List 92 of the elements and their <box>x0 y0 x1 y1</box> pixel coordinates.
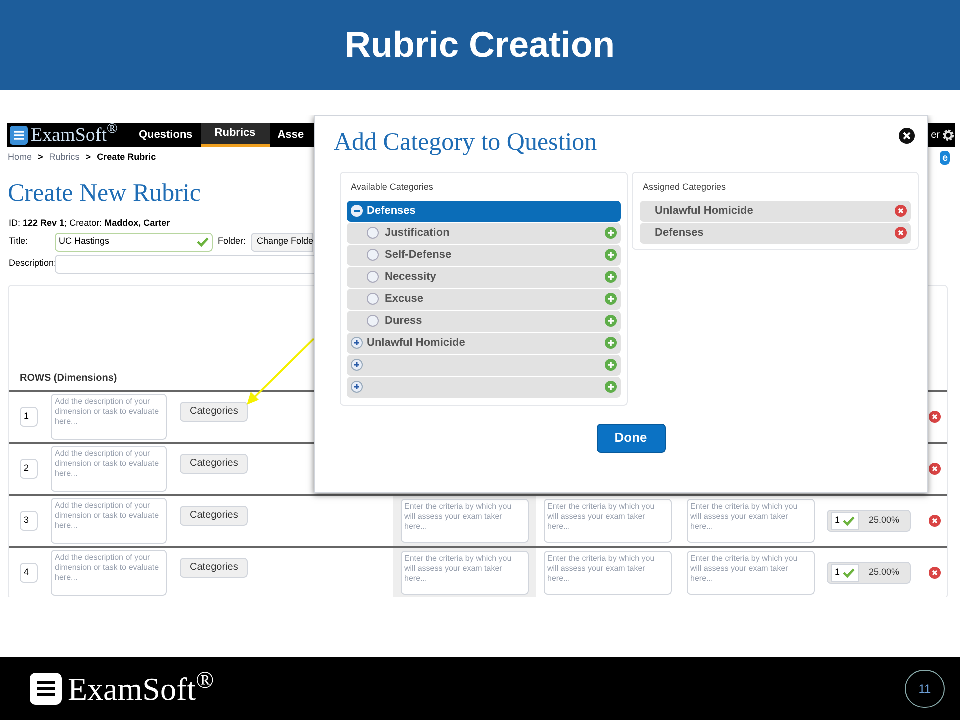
subcategory-item[interactable]: Excuse <box>347 288 621 310</box>
rubric-info: ID: 122 Rev 1; Creator: Maddox, Carter <box>9 217 170 230</box>
weight-value: 1 <box>835 514 840 528</box>
breadcrumb-item: Create Rubric <box>97 151 156 164</box>
add-icon[interactable] <box>605 249 617 261</box>
row-number: 4 <box>20 563 38 583</box>
description-input[interactable] <box>55 254 315 274</box>
delete-row-icon[interactable] <box>929 411 941 423</box>
categories-button[interactable]: Categories <box>180 558 248 578</box>
description-label: Description: <box>9 257 53 270</box>
add-icon[interactable] <box>605 359 617 371</box>
add-icon[interactable] <box>605 381 617 393</box>
category-item[interactable] <box>347 376 621 398</box>
remove-icon[interactable] <box>895 227 907 239</box>
add-icon[interactable] <box>605 337 617 349</box>
criteria-field[interactable]: Enter the criteria by which you will assess your exam taker here... <box>400 499 528 543</box>
row-number: 3 <box>20 511 38 531</box>
weight-percent: 25.00% <box>869 514 900 528</box>
categories-button[interactable]: Categories <box>180 506 248 526</box>
radio-button[interactable] <box>367 227 379 239</box>
nav-tab[interactable]: Questions <box>131 123 201 147</box>
criteria-field[interactable]: Enter the criteria by which you will assess your exam taker here... <box>544 551 672 595</box>
row-number: 1 <box>20 407 38 427</box>
weight-control[interactable]: 1 25.00% <box>827 562 911 584</box>
change-folder-button[interactable]: Change Folde <box>251 232 314 252</box>
corner-button[interactable]: e <box>940 151 950 165</box>
nav-tab[interactable]: Asse <box>270 123 312 147</box>
subcategory-item[interactable]: Duress <box>347 310 621 332</box>
panel-label: Assigned Categories <box>642 181 728 194</box>
assigned-item: Defenses <box>640 222 911 244</box>
description-field[interactable]: Add the description of your dimension or task to evaluate here... <box>51 394 167 440</box>
expand-icon[interactable] <box>351 337 363 349</box>
category-item[interactable]: Unlawful Homicide <box>347 332 621 354</box>
delete-row-icon[interactable] <box>929 463 941 475</box>
description-field[interactable]: Add the description of your dimension or task to evaluate here... <box>51 550 167 596</box>
radio-button[interactable] <box>367 249 379 261</box>
description-field[interactable]: Add the description of your dimension or task to evaluate here... <box>51 498 167 544</box>
categories-button[interactable]: Categories <box>180 454 248 474</box>
folder-label: Folder: <box>218 235 246 248</box>
category-item[interactable] <box>347 354 621 376</box>
settings-icon[interactable] <box>942 128 955 142</box>
collapse-icon[interactable] <box>351 205 363 217</box>
category-item[interactable]: Defenses <box>347 200 621 222</box>
categories-button[interactable]: Categories <box>180 402 248 422</box>
add-icon[interactable] <box>605 227 617 239</box>
radio-button[interactable] <box>367 315 379 327</box>
nav-text: er <box>931 128 940 142</box>
criteria-field[interactable]: Enter the criteria by which you will assess your exam taker here... <box>400 551 528 595</box>
dialog-title: Add Category to Question <box>334 128 598 158</box>
panel-label: Available Categories <box>350 181 434 194</box>
check-icon <box>843 568 856 578</box>
subcategory-item[interactable]: Self-Defense <box>347 244 621 266</box>
subcategory-item[interactable]: Necessity <box>347 266 621 288</box>
check-icon <box>843 516 856 526</box>
check-icon <box>197 237 209 247</box>
logo-text: ExamSoft$^{®}$ <box>31 126 118 144</box>
breadcrumb-separator: > <box>86 151 92 164</box>
expand-icon[interactable] <box>351 381 363 393</box>
nav-tab[interactable]: Rubrics <box>200 123 270 147</box>
description-field[interactable]: Add the description of your dimension or task to evaluate here... <box>51 446 167 492</box>
add-icon[interactable] <box>605 293 617 305</box>
weight-control[interactable]: 1 25.00% <box>827 510 911 532</box>
radio-button[interactable] <box>367 271 379 283</box>
expand-icon[interactable] <box>351 359 363 371</box>
breadcrumb-separator: > <box>38 151 44 164</box>
title-field[interactable]: UC Hastings <box>55 232 213 252</box>
slide-number: 11 <box>905 670 945 708</box>
assigned-item: Unlawful Homicide <box>640 200 911 222</box>
delete-row-icon[interactable] <box>929 515 941 527</box>
logo-icon <box>30 672 62 704</box>
radio-button[interactable] <box>367 293 379 305</box>
criteria-field[interactable]: Enter the criteria by which you will assess your exam taker here... <box>686 551 814 595</box>
page-title: Create New Rubric <box>8 179 201 209</box>
done-button[interactable]: Done <box>596 424 666 452</box>
close-icon[interactable] <box>899 128 915 144</box>
breadcrumb-item[interactable]: Home <box>8 151 32 165</box>
footer-logo-text: ExamSoft$^{®}$ <box>68 672 214 704</box>
breadcrumb-item[interactable]: Rubrics <box>49 151 80 165</box>
remove-icon[interactable] <box>895 205 907 217</box>
slide-title: Rubric Creation <box>344 23 616 67</box>
criteria-field[interactable]: Enter the criteria by which you will assess your exam taker here... <box>544 499 672 543</box>
add-icon[interactable] <box>605 271 617 283</box>
subcategory-item[interactable]: Justification <box>347 222 621 244</box>
logo-icon <box>10 126 28 144</box>
delete-row-icon[interactable] <box>929 567 941 579</box>
title-label: Title: <box>9 235 30 248</box>
add-icon[interactable] <box>605 315 617 327</box>
rows-heading: ROWS (Dimensions) <box>20 372 118 386</box>
weight-percent: 25.00% <box>869 566 900 580</box>
row-number: 2 <box>20 459 38 479</box>
criteria-field[interactable]: Enter the criteria by which you will assess your exam taker here... <box>686 499 814 543</box>
weight-value: 1 <box>835 566 840 580</box>
